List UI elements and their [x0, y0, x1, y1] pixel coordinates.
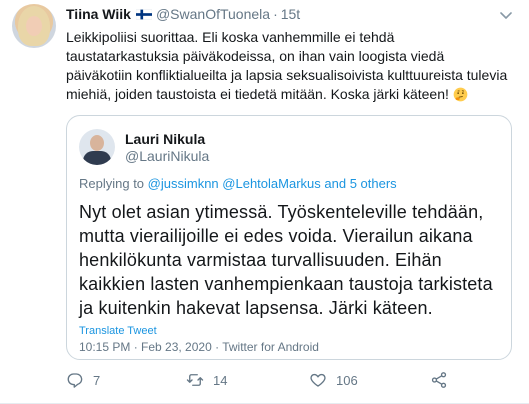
reply-mention-lehtolamarkus[interactable]: @LehtolaMarkus: [222, 176, 320, 191]
tweet[interactable]: Tiina Wiik @SwanOfTuonela · 15t Leikkipo…: [0, 0, 529, 404]
tweet-header: Tiina Wiik @SwanOfTuonela · 15t: [66, 6, 300, 22]
reply-mention-others[interactable]: and 5 others: [324, 176, 396, 191]
quoted-tweet[interactable]: Lauri Nikula @LauriNikula Replying to @j…: [66, 115, 512, 360]
retweet-count: 14: [213, 372, 228, 388]
header-separator: ·: [273, 6, 278, 22]
heart-icon: [310, 373, 326, 387]
reply-button[interactable]: 7: [66, 371, 100, 389]
replying-to: Replying to @jussimknn @LehtolaMarkus an…: [79, 176, 397, 191]
like-button[interactable]: 106: [309, 371, 358, 389]
tweet-text: Leikkipoliisi suorittaa. Eli koska vanhe…: [66, 28, 510, 104]
author-name[interactable]: Tiina Wiik: [66, 6, 131, 22]
reply-mention-jussimknn[interactable]: @jussimknn: [148, 176, 219, 191]
avatar-head: [90, 135, 104, 151]
quoted-timestamp[interactable]: 10:15 PM · Feb 23, 2020: [79, 340, 212, 354]
retweet-button[interactable]: 14: [186, 371, 227, 389]
meta-separator: ·: [215, 340, 220, 354]
chevron-down-icon[interactable]: [497, 6, 515, 24]
like-count: 106: [336, 372, 358, 388]
thinking-face-icon: [453, 87, 468, 102]
tweet-source[interactable]: Twitter for Android: [222, 340, 319, 354]
quoted-tweet-meta: 10:15 PM · Feb 23, 2020 · Twitter for An…: [79, 340, 319, 354]
quoted-tweet-text: Nyt olet asian ytimessä. Työskentelevill…: [79, 202, 493, 318]
avatar-suit: [83, 151, 111, 165]
finland-flag-icon: [135, 8, 152, 20]
reply-icon: [67, 373, 83, 388]
retweet-icon: [186, 374, 204, 386]
quoted-author-handle[interactable]: @LauriNikula: [125, 148, 209, 164]
quoted-author-name[interactable]: Lauri Nikula: [125, 131, 205, 147]
translate-tweet-link[interactable]: Translate Tweet: [79, 325, 157, 337]
avatar-face: [26, 16, 42, 36]
tweet-actions: 7 14 106: [66, 371, 486, 391]
author-handle[interactable]: @SwanOfTuonela: [156, 6, 270, 22]
share-button[interactable]: [430, 371, 457, 389]
quoted-author-avatar[interactable]: [79, 129, 115, 165]
tweet-text-content: Leikkipoliisi suorittaa. Eli koska vanhe…: [66, 29, 508, 102]
tweet-time[interactable]: 15t: [281, 6, 300, 22]
replying-prefix: Replying to: [79, 176, 145, 191]
share-icon: [431, 372, 447, 388]
author-avatar[interactable]: [12, 4, 56, 48]
reply-count: 7: [93, 372, 101, 388]
